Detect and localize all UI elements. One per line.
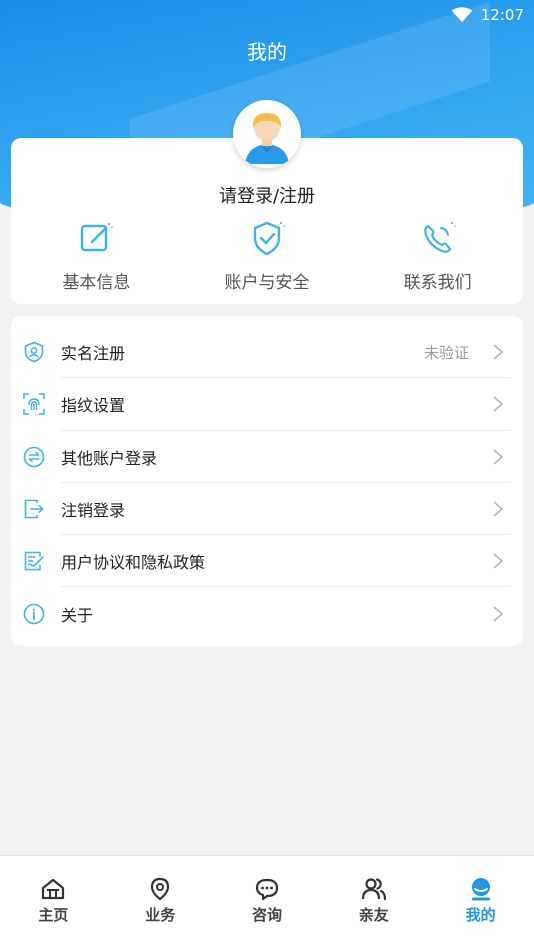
page-title: 我的 [247,40,287,64]
menu-item-about[interactable]: 关于 [23,587,511,639]
user-avatar-icon [245,113,289,164]
menu-item-label: 实名注册 [61,344,126,364]
menu-item-label: 关于 [61,605,94,625]
menu-item-label: 注销登录 [61,501,126,521]
wifi-icon [451,7,473,22]
tab-consult[interactable]: 咨询 [214,856,321,949]
quick-action-basic-info[interactable]: 基本信息 [11,218,182,298]
menu-item-fingerprint[interactable]: 指纹设置 [23,378,511,431]
logout-icon [24,499,44,519]
tab-friends[interactable]: 亲友 [320,856,427,949]
chevron-right-icon [493,606,504,622]
tab-label: 亲友 [358,906,389,924]
tab-home[interactable]: 主页 [0,856,107,949]
phone-icon [423,222,456,253]
tab-label: 咨询 [251,906,282,924]
settings-menu: 实名注册 未验证 指纹设置 其他账户登录 注销登录 用户协议和隐私政策 关于 [11,316,523,646]
chevron-right-icon [493,396,504,413]
me-icon [471,878,490,901]
tab-label: 我的 [465,906,496,924]
login-register-link[interactable]: 请登录/注册 [0,182,534,208]
home-icon [42,878,65,900]
menu-item-agreement-privacy[interactable]: 用户协议和隐私政策 [23,535,511,588]
menu-item-other-account[interactable]: 其他账户登录 [23,431,511,484]
quick-action-label: 账户与安全 [224,273,310,293]
bottom-tab-bar: 主页 业务 咨询 亲友 我的 [0,855,534,949]
menu-item-label: 其他账户登录 [61,448,158,468]
chevron-right-icon [493,449,504,465]
quick-actions: 基本信息 账户与安全 联系我们 [11,218,523,298]
verification-status: 未验证 [423,343,469,362]
tab-business[interactable]: 业务 [107,856,214,949]
chevron-right-icon [493,501,504,517]
menu-item-real-name[interactable]: 实名注册 未验证 [23,326,511,379]
tab-label: 业务 [145,906,176,924]
location-icon [151,877,170,901]
status-time: 12:07 [480,6,524,24]
quick-action-account-security[interactable]: 账户与安全 [182,218,353,298]
switch-account-icon [23,446,45,468]
id-shield-icon [24,341,44,363]
menu-item-label: 指纹设置 [61,396,126,416]
friends-icon [361,878,386,901]
info-icon [23,603,45,624]
agreement-icon [24,552,44,571]
quick-action-label: 联系我们 [403,273,472,293]
fingerprint-icon [23,393,45,416]
avatar[interactable] [233,100,301,168]
status-bar: 12:07 [0,0,534,30]
chevron-right-icon [493,553,504,569]
menu-item-label: 用户协议和隐私政策 [61,553,206,573]
shield-check-icon [253,221,285,256]
menu-item-logout[interactable]: 注销登录 [23,483,511,536]
edit-icon [81,223,114,252]
quick-action-label: 基本信息 [62,273,131,293]
tab-me[interactable]: 我的 [427,856,534,949]
chevron-right-icon [493,344,504,360]
quick-action-contact-us[interactable]: 联系我们 [352,218,523,298]
tab-label: 主页 [38,906,69,924]
chat-icon [255,878,279,901]
